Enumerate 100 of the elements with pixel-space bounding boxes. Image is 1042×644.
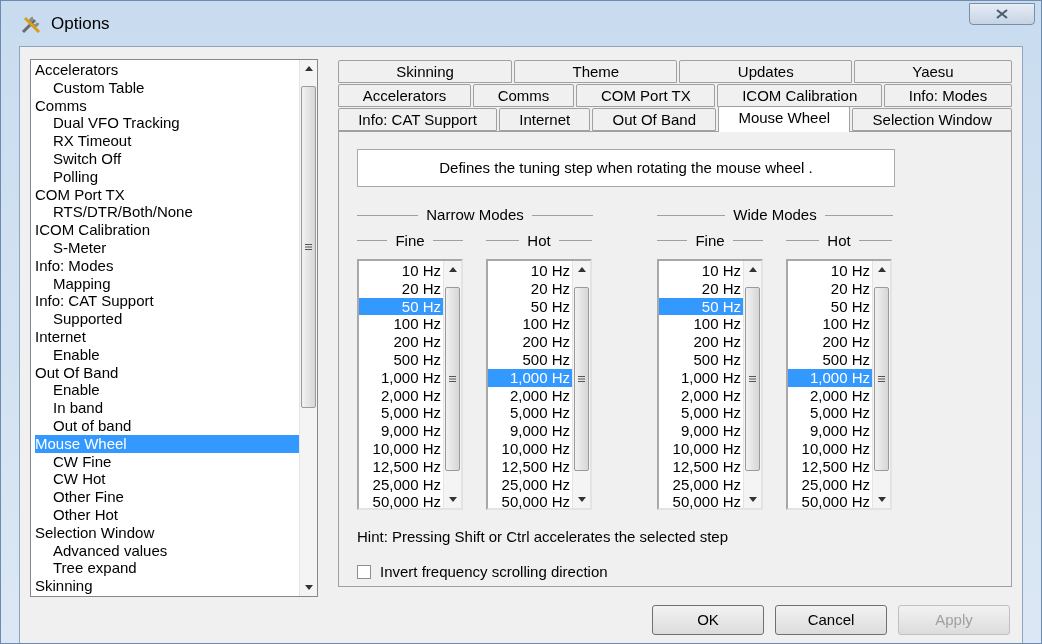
scroll-up-icon[interactable] xyxy=(578,267,586,272)
scroll-thumb[interactable] xyxy=(745,287,760,471)
step-option[interactable]: 2,000 Hz xyxy=(788,386,872,405)
step-option[interactable]: 9,000 Hz xyxy=(788,422,872,440)
tab[interactable]: Internet xyxy=(499,108,591,131)
tab[interactable]: Comms xyxy=(472,84,575,107)
tree-item[interactable]: Dual VFO Tracking xyxy=(53,114,184,133)
step-option[interactable]: 200 Hz xyxy=(659,333,743,351)
step-option[interactable]: 50,000 Hz xyxy=(488,493,572,512)
step-option[interactable]: 10 Hz xyxy=(788,262,872,280)
step-option[interactable]: 10,000 Hz xyxy=(788,439,872,458)
invert-checkbox[interactable]: Invert frequency scrolling direction xyxy=(357,560,608,583)
tree-item[interactable]: Info: Modes xyxy=(35,256,118,275)
tree-item[interactable]: In band xyxy=(53,399,108,417)
tab[interactable]: ICOM Calibration xyxy=(717,84,883,107)
tree-item[interactable]: Selection Window xyxy=(35,523,159,542)
scroll-thumb[interactable] xyxy=(301,86,316,408)
step-option[interactable]: 25,000 Hz xyxy=(359,475,443,494)
step-option[interactable]: 500 Hz xyxy=(359,351,443,369)
tree-item[interactable]: S-Meter xyxy=(53,238,111,257)
tree-item[interactable]: Out of band xyxy=(53,416,136,435)
scrollbar[interactable] xyxy=(872,261,890,508)
dialog-button[interactable]: OK xyxy=(652,605,764,635)
scrollbar[interactable] xyxy=(443,261,461,508)
step-option[interactable]: 20 Hz xyxy=(788,279,872,298)
tree-item[interactable]: RX Timeout xyxy=(53,132,136,150)
dialog-button[interactable]: Cancel xyxy=(775,605,887,635)
tree-item[interactable]: Mapping xyxy=(53,274,115,293)
step-option[interactable]: 100 Hz xyxy=(659,315,743,334)
tree-item[interactable]: Skinning xyxy=(35,577,97,595)
tree-item[interactable]: ICOM Calibration xyxy=(35,221,155,239)
step-option[interactable]: 10 Hz xyxy=(488,262,572,280)
tab[interactable]: Selection Window xyxy=(852,108,1012,131)
tree-item[interactable]: COM Port TX xyxy=(35,185,129,204)
tree-item[interactable]: Accelerators xyxy=(35,61,123,79)
step-option[interactable]: 20 Hz xyxy=(488,279,572,298)
step-option[interactable]: 12,500 Hz xyxy=(659,457,743,476)
tab[interactable]: Info: Modes xyxy=(884,84,1012,107)
step-option[interactable]: 10,000 Hz xyxy=(659,439,743,458)
scroll-up-icon[interactable] xyxy=(749,267,757,272)
step-option[interactable]: 50 Hz xyxy=(788,297,872,316)
step-option[interactable]: 12,500 Hz xyxy=(488,457,572,476)
tree-item[interactable]: Enable xyxy=(53,345,104,364)
scrollbar[interactable] xyxy=(743,261,761,508)
step-option[interactable]: 500 Hz xyxy=(788,351,872,369)
step-option[interactable]: 9,000 Hz xyxy=(659,422,743,440)
checkbox[interactable] xyxy=(357,564,371,579)
step-option[interactable]: 500 Hz xyxy=(659,351,743,369)
tab[interactable]: Accelerators xyxy=(338,84,471,107)
close-button[interactable] xyxy=(969,2,1035,25)
tree-item[interactable]: CW Hot xyxy=(53,470,110,489)
step-option[interactable]: 200 Hz xyxy=(788,333,872,351)
step-option[interactable]: 2,000 Hz xyxy=(488,386,572,405)
tree-item[interactable]: CW Fine xyxy=(53,452,116,471)
step-option[interactable]: 1,000 Hz xyxy=(659,368,743,387)
scrollbar[interactable] xyxy=(572,261,590,508)
step-option[interactable]: 25,000 Hz xyxy=(488,475,572,494)
step-option[interactable]: 50 Hz xyxy=(488,297,572,316)
step-option[interactable]: 5,000 Hz xyxy=(488,404,572,423)
step-option[interactable]: 200 Hz xyxy=(359,333,443,351)
step-option[interactable]: 20 Hz xyxy=(659,279,743,298)
tree-item[interactable]: Advanced values xyxy=(53,541,172,560)
tree-item[interactable]: Other Fine xyxy=(53,488,128,506)
tab[interactable]: Updates xyxy=(679,60,852,83)
tab[interactable]: COM Port TX xyxy=(576,84,716,107)
tab[interactable]: Skinning xyxy=(338,60,513,83)
tree-item[interactable]: Out Of Band xyxy=(35,363,123,382)
tree-item[interactable]: Switch Off xyxy=(53,150,126,168)
tree-item[interactable]: RTS/DTR/Both/None xyxy=(53,203,197,222)
tab[interactable]: Out Of Band xyxy=(592,108,717,131)
tab[interactable]: Mouse Wheel xyxy=(718,106,851,132)
tab[interactable]: Yaesu xyxy=(854,60,1013,83)
step-option[interactable]: 20 Hz xyxy=(359,279,443,298)
scroll-up-icon[interactable] xyxy=(305,66,313,71)
tab[interactable]: Info: CAT Support xyxy=(338,108,498,131)
scroll-thumb[interactable] xyxy=(445,287,460,471)
step-option[interactable]: 1,000 Hz xyxy=(359,368,443,387)
tree-item[interactable]: Comms xyxy=(35,96,91,115)
scroll-down-icon[interactable] xyxy=(749,497,757,502)
step-option[interactable]: 100 Hz xyxy=(488,315,572,334)
scroll-thumb[interactable] xyxy=(574,287,589,471)
tree-item[interactable]: Other Hot xyxy=(53,505,123,524)
tree-item[interactable]: Supported xyxy=(53,310,127,328)
tree-item[interactable]: Polling xyxy=(53,167,103,186)
scroll-down-icon[interactable] xyxy=(878,497,886,502)
step-option[interactable]: 100 Hz xyxy=(788,315,872,334)
step-option[interactable]: 5,000 Hz xyxy=(788,404,872,423)
scroll-down-icon[interactable] xyxy=(449,497,457,502)
step-option[interactable]: 50,000 Hz xyxy=(659,493,743,512)
step-option[interactable]: 10,000 Hz xyxy=(359,439,443,458)
tree-item[interactable]: Info: CAT Support xyxy=(35,292,158,311)
step-option[interactable]: 12,500 Hz xyxy=(788,457,872,476)
scroll-down-icon[interactable] xyxy=(578,497,586,502)
step-option[interactable]: 12,500 Hz xyxy=(359,457,443,476)
tree-item[interactable]: Internet xyxy=(35,327,90,346)
step-option[interactable]: 2,000 Hz xyxy=(659,386,743,405)
scrollbar[interactable] xyxy=(299,60,317,596)
step-option[interactable]: 10 Hz xyxy=(359,262,443,280)
step-option[interactable]: 100 Hz xyxy=(359,315,443,334)
step-option[interactable]: 25,000 Hz xyxy=(788,475,872,494)
